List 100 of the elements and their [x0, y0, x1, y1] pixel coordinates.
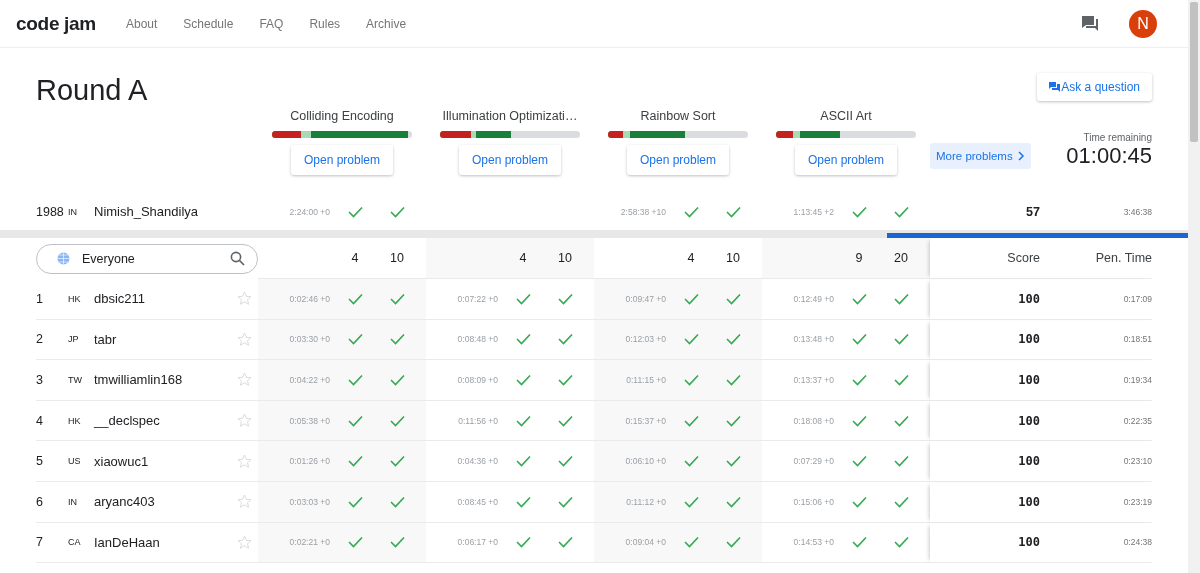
submission-time: 0:09:47 +0	[625, 293, 667, 304]
problem-name: ASCII Art	[820, 109, 872, 123]
nav-link[interactable]: About	[125, 16, 158, 31]
check-icon	[683, 414, 699, 427]
check-icon	[893, 333, 909, 346]
scrollbar[interactable]	[1188, 0, 1200, 573]
check-icon	[347, 333, 363, 346]
check-icon	[893, 455, 909, 468]
star-icon[interactable]	[237, 413, 252, 429]
check-icon	[683, 205, 699, 218]
check-icon	[893, 495, 909, 508]
submission-time: 0:06:17 +0	[457, 537, 499, 548]
chat-icon[interactable]	[1081, 15, 1099, 32]
open-problem-button[interactable]: Open problem	[290, 145, 393, 175]
check-icon	[725, 333, 741, 346]
score: 100	[1018, 494, 1040, 509]
check-icon	[557, 374, 573, 386]
score: 100	[1018, 413, 1040, 428]
check-icon	[683, 374, 699, 386]
globe-icon	[57, 252, 70, 265]
country-code: IN	[68, 496, 78, 507]
rank: 1988	[36, 204, 65, 219]
submission-time: 0:03:03 +0	[289, 496, 331, 507]
submission-time: 0:07:29 +0	[793, 456, 835, 467]
penalty-time: 0:19:34	[1123, 375, 1152, 385]
check-icon	[515, 333, 531, 346]
check-icon	[389, 374, 405, 386]
check-icon	[557, 536, 573, 549]
score: 100	[1018, 373, 1040, 387]
submission-time: 0:06:10 +0	[625, 456, 667, 467]
submission-time: 0:15:06 +0	[793, 496, 835, 507]
check-icon	[725, 414, 741, 427]
rank: 4	[36, 413, 44, 428]
check-icon	[347, 536, 363, 549]
check-icon	[389, 414, 405, 427]
check-icon	[389, 455, 405, 468]
points-value: 10	[558, 251, 572, 265]
submission-time: 0:14:53 +0	[793, 537, 835, 548]
ask-question-button[interactable]: Ask a question	[1037, 73, 1152, 101]
check-icon	[725, 495, 741, 508]
check-icon	[725, 455, 741, 468]
check-icon	[515, 495, 531, 508]
submission-time: 0:03:30 +0	[289, 334, 331, 345]
penalty-time: 0:18:51	[1123, 334, 1152, 345]
check-icon	[389, 536, 405, 549]
check-icon	[557, 414, 573, 427]
check-icon	[683, 455, 699, 468]
penalty-time: 0:23:19	[1123, 496, 1152, 507]
logo[interactable]: code jam	[16, 12, 96, 35]
problem-name: Rainbow Sort	[640, 109, 716, 123]
submission-time: 0:02:21 +0	[289, 537, 331, 548]
check-icon	[347, 374, 363, 386]
star-icon[interactable]	[237, 534, 252, 550]
check-icon	[515, 292, 531, 305]
check-icon	[893, 374, 909, 386]
check-icon	[347, 292, 363, 305]
nav-link[interactable]: Schedule	[183, 16, 234, 31]
contestant-name: IanDeHaan	[94, 534, 161, 550]
contestant-name: tmwilliamlin168	[94, 372, 184, 388]
check-icon	[851, 495, 867, 508]
country-code: JP	[68, 334, 80, 345]
check-icon	[893, 414, 909, 427]
country-code: IN	[68, 206, 78, 217]
check-icon	[851, 455, 867, 468]
star-icon[interactable]	[237, 372, 252, 388]
star-icon[interactable]	[237, 331, 252, 347]
check-icon	[725, 536, 741, 549]
submission-time: 0:13:37 +0	[793, 375, 835, 385]
check-icon	[515, 414, 531, 427]
score: 100	[1018, 535, 1040, 550]
check-icon	[851, 205, 867, 218]
contestant-name: xiaowuc1	[94, 453, 150, 469]
open-problem-button[interactable]: Open problem	[794, 145, 897, 175]
check-icon	[347, 455, 363, 468]
nav-link[interactable]: Archive	[366, 16, 407, 31]
submission-time: 0:04:22 +0	[289, 375, 331, 385]
submission-time: 0:08:09 +0	[457, 375, 499, 385]
avatar[interactable]: N	[1129, 9, 1157, 38]
search-icon[interactable]	[230, 251, 245, 266]
star-icon[interactable]	[237, 494, 252, 510]
score: 100	[1018, 332, 1040, 347]
search-input[interactable]: Everyone	[80, 250, 220, 267]
country-code: CA	[68, 537, 82, 548]
timer-value: 01:00:45	[1066, 143, 1152, 169]
more-problems-button[interactable]: More problems	[930, 143, 1031, 169]
points-value: 4	[519, 251, 527, 265]
check-icon	[557, 292, 573, 305]
submission-time: 0:11:12 +0	[626, 496, 667, 507]
submission-time: 0:08:48 +0	[457, 334, 499, 345]
check-icon	[347, 495, 363, 508]
star-icon[interactable]	[237, 291, 252, 307]
check-icon	[851, 292, 867, 305]
chevron-right-icon	[1016, 151, 1025, 161]
nav-link[interactable]: Rules	[309, 16, 341, 31]
submission-time: 0:12:03 +0	[625, 334, 667, 345]
nav-link[interactable]: FAQ	[259, 16, 284, 31]
open-problem-button[interactable]: Open problem	[626, 145, 729, 175]
check-icon	[389, 292, 405, 305]
star-icon[interactable]	[237, 453, 252, 469]
open-problem-button[interactable]: Open problem	[458, 145, 561, 175]
